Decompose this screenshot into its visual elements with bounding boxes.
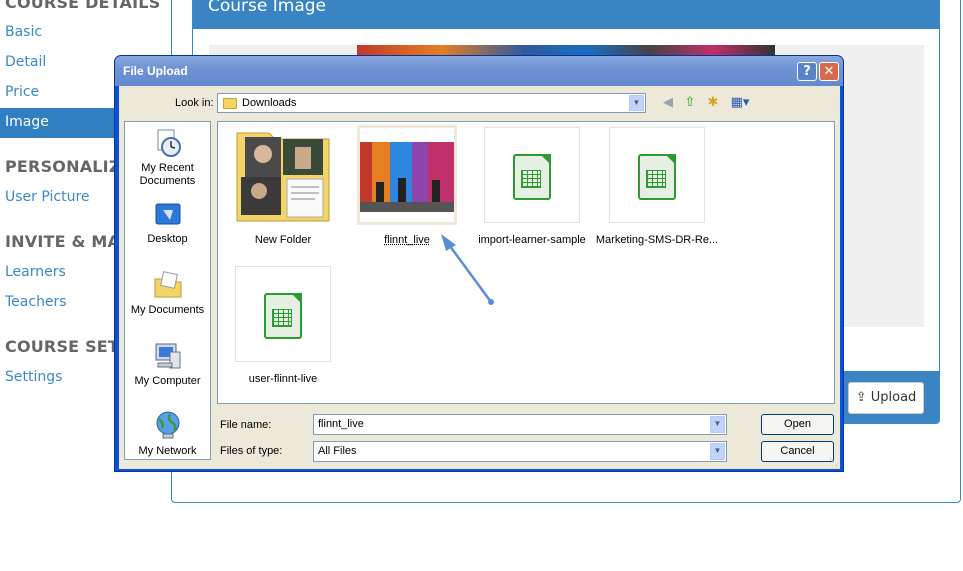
panel-title: Course Image bbox=[208, 0, 326, 16]
open-button[interactable]: Open bbox=[761, 414, 834, 435]
sidebar-item-teachers[interactable]: Teachers bbox=[5, 294, 67, 310]
look-in-value: Downloads bbox=[242, 97, 297, 109]
file-name: Marketing-SMS-DR-Re... bbox=[595, 234, 719, 246]
sidebar-item-price[interactable]: Price bbox=[5, 84, 39, 100]
place-my-network[interactable]: My Network bbox=[125, 410, 210, 458]
sidebar-item-basic[interactable]: Basic bbox=[5, 24, 42, 40]
place-label: My Recent Documents bbox=[139, 162, 196, 187]
dialog-body: Look in: Downloads ▼ ◀ ⇧ ✱ ▦▾ My Recent … bbox=[119, 86, 840, 469]
chevron-down-icon[interactable]: ▼ bbox=[629, 95, 644, 111]
my-documents-icon bbox=[154, 271, 181, 298]
file-name: import-learner-sample bbox=[478, 234, 586, 246]
file-type-label: Files of type: bbox=[220, 445, 283, 457]
new-folder-icon[interactable]: ✱ bbox=[705, 95, 721, 111]
up-folder-icon[interactable]: ⇧ bbox=[682, 95, 698, 111]
desktop-icon bbox=[155, 203, 180, 225]
my-computer-icon bbox=[155, 343, 180, 369]
section-title-personalize: PERSONALIZE bbox=[5, 157, 132, 176]
upload-button-label: Upload bbox=[870, 390, 917, 405]
place-my-recent-documents[interactable]: My Recent Documents bbox=[125, 127, 210, 188]
resize-grip-icon[interactable]: ⋱ bbox=[829, 458, 838, 468]
file-item-import-learner-sample[interactable]: import-learner-sample bbox=[470, 127, 594, 247]
upload-button[interactable]: ⇪ Upload bbox=[848, 382, 924, 414]
spreadsheet-icon bbox=[235, 266, 331, 362]
section-title-course-details: COURSE DETAILS bbox=[5, 0, 161, 12]
my-network-icon bbox=[156, 411, 179, 439]
file-name-label: File name: bbox=[220, 419, 272, 431]
close-button[interactable]: ✕ bbox=[819, 62, 839, 81]
file-type-select[interactable]: All Files ▼ bbox=[313, 441, 727, 462]
file-item-new-folder[interactable]: New Folder bbox=[221, 127, 345, 247]
dialog-title: File Upload bbox=[123, 64, 188, 78]
back-icon[interactable]: ◀ bbox=[660, 95, 676, 111]
look-in-label: Look in: bbox=[175, 97, 214, 109]
sidebar-item-learners[interactable]: Learners bbox=[5, 264, 66, 280]
file-name-input[interactable]: flinnt_live ▼ bbox=[313, 414, 727, 435]
recent-documents-icon bbox=[157, 129, 181, 157]
chevron-down-icon[interactable]: ▼ bbox=[710, 416, 725, 433]
image-thumbnail bbox=[357, 125, 457, 225]
file-name: New Folder bbox=[254, 234, 312, 246]
spreadsheet-icon bbox=[609, 127, 705, 223]
file-name: flinnt_live bbox=[384, 234, 430, 246]
panel-header: Course Image bbox=[193, 0, 939, 29]
chevron-down-icon[interactable]: ▼ bbox=[710, 443, 725, 460]
file-item-flinnt-live[interactable]: flinnt_live bbox=[345, 125, 469, 247]
upload-icon: ⇪ bbox=[855, 390, 867, 405]
sidebar-item-settings[interactable]: Settings bbox=[5, 369, 62, 385]
file-type-value: All Files bbox=[318, 445, 357, 457]
place-label: My Documents bbox=[130, 304, 205, 316]
file-name: user-flinnt-live bbox=[248, 373, 318, 385]
sidebar-item-detail[interactable]: Detail bbox=[5, 54, 46, 70]
folder-icon bbox=[235, 127, 331, 223]
place-desktop[interactable]: Desktop bbox=[125, 198, 210, 246]
file-name-value: flinnt_live bbox=[318, 418, 364, 430]
place-label: My Network bbox=[138, 445, 197, 457]
place-my-documents[interactable]: My Documents bbox=[125, 269, 210, 317]
places-bar: My Recent Documents Desktop My Documents bbox=[124, 121, 211, 460]
folder-icon bbox=[223, 98, 237, 109]
file-item-marketing-sms[interactable]: Marketing-SMS-DR-Re... bbox=[595, 127, 719, 247]
file-list: New Folder flinnt_live import-learner-sa… bbox=[217, 121, 835, 404]
view-menu-icon[interactable]: ▦▾ bbox=[729, 95, 751, 111]
help-button[interactable]: ? bbox=[797, 62, 817, 81]
look-in-dropdown[interactable]: Downloads ▼ bbox=[217, 93, 646, 113]
cancel-button[interactable]: Cancel bbox=[761, 441, 834, 462]
dialog-titlebar[interactable]: File Upload ? ✕ bbox=[115, 56, 843, 86]
place-label: Desktop bbox=[147, 233, 188, 245]
place-my-computer[interactable]: My Computer bbox=[125, 340, 210, 388]
spreadsheet-icon bbox=[484, 127, 580, 223]
sidebar-item-label: Image bbox=[5, 114, 49, 130]
place-label: My Computer bbox=[134, 375, 201, 387]
file-upload-dialog: File Upload ? ✕ Look in: Downloads ▼ ◀ ⇧… bbox=[114, 55, 844, 472]
sidebar-item-user-picture[interactable]: User Picture bbox=[5, 189, 90, 205]
file-item-user-flinnt-live[interactable]: user-flinnt-live bbox=[221, 266, 345, 386]
